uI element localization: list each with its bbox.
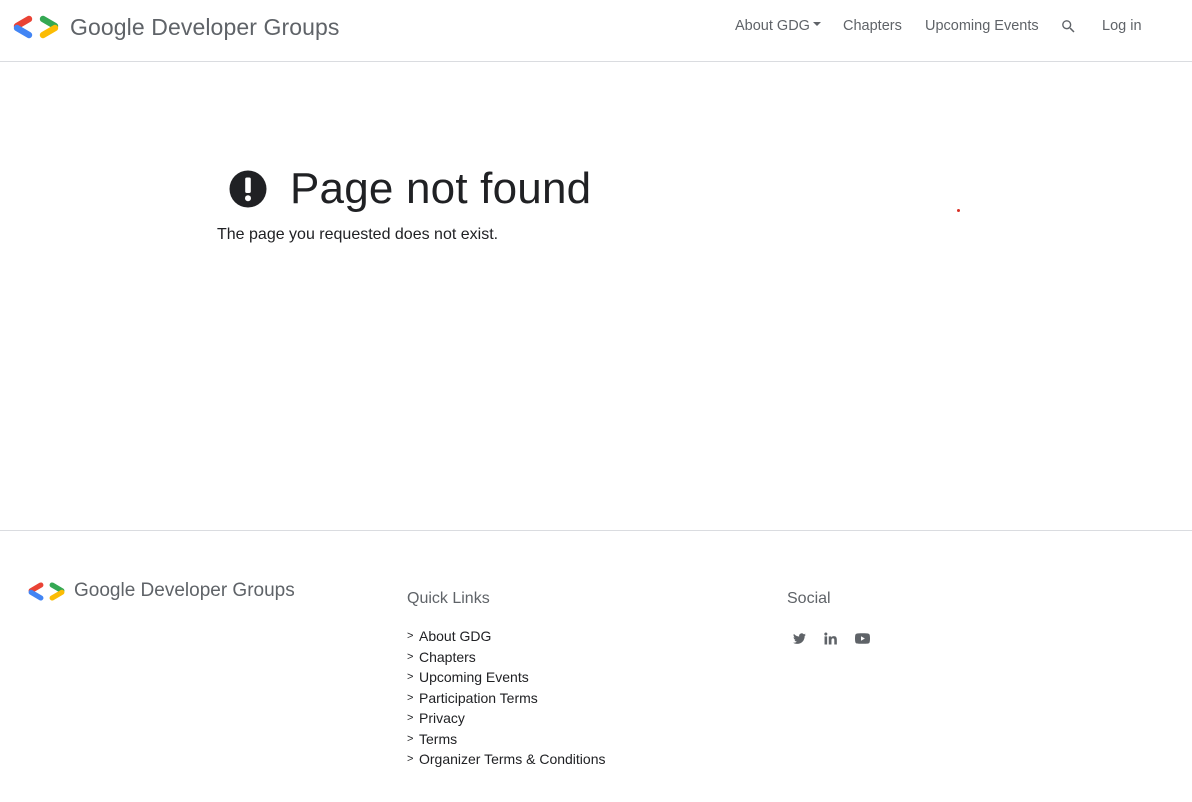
quick-link-item: > Privacy	[407, 708, 605, 729]
page-title: Page not found	[290, 164, 592, 214]
quick-link-item: > Chapters	[407, 647, 605, 668]
quick-link-terms[interactable]: Terms	[419, 731, 457, 747]
brand-home-link[interactable]: Google Developer Groups	[12, 12, 340, 42]
quick-link-item: > Organizer Terms & Conditions	[407, 749, 605, 770]
chevron-right-icon: >	[407, 712, 414, 725]
quick-link-upcoming-events[interactable]: Upcoming Events	[419, 669, 529, 685]
quick-link-item: > Terms	[407, 729, 605, 750]
nav-about-dropdown[interactable]: About GDG	[735, 18, 821, 34]
gdg-logo-icon	[13, 15, 59, 39]
quick-link-participation-terms[interactable]: Participation Terms	[419, 690, 538, 706]
caret-down-icon	[812, 22, 821, 26]
quick-link-chapters[interactable]: Chapters	[419, 649, 476, 665]
quick-link-item: > Upcoming Events	[407, 667, 605, 688]
chevron-right-icon: >	[407, 732, 414, 745]
footer-brand-name: Google Developer Groups	[74, 580, 295, 601]
linkedin-icon[interactable]	[824, 632, 837, 645]
chevron-right-icon: >	[407, 753, 414, 766]
exclamation-circle-icon	[229, 170, 267, 208]
social-heading: Social	[787, 590, 831, 607]
search-icon[interactable]	[1060, 18, 1077, 35]
chevron-right-icon: >	[407, 691, 414, 704]
quick-link-about-gdg[interactable]: About GDG	[419, 628, 491, 644]
login-link[interactable]: Log in	[1102, 18, 1142, 34]
footer-brand-link[interactable]: Google Developer Groups	[27, 580, 295, 602]
site-footer: Google Developer Groups Quick Links > Ab…	[0, 530, 1192, 802]
gdg-logo-icon	[28, 581, 65, 601]
quick-links-list: > About GDG > Chapters > Upcoming Events…	[407, 626, 605, 770]
social-icons	[793, 631, 888, 646]
youtube-icon[interactable]	[855, 631, 870, 646]
quick-link-privacy[interactable]: Privacy	[419, 710, 465, 726]
nav-about-label: About GDG	[735, 18, 810, 34]
brand-name: Google Developer Groups	[70, 13, 340, 40]
red-dot-marker	[957, 209, 960, 212]
nav-upcoming-events-link[interactable]: Upcoming Events	[925, 18, 1039, 34]
quick-link-organizer-terms[interactable]: Organizer Terms & Conditions	[419, 751, 605, 767]
quick-link-item: > Participation Terms	[407, 688, 605, 709]
error-message: The page you requested does not exist.	[217, 226, 499, 243]
chevron-right-icon: >	[407, 630, 414, 643]
chevron-right-icon: >	[407, 650, 414, 663]
quick-links-heading: Quick Links	[407, 590, 490, 607]
quick-link-item: > About GDG	[407, 626, 605, 647]
chevron-right-icon: >	[407, 671, 414, 684]
twitter-icon[interactable]	[793, 632, 806, 645]
nav-chapters-link[interactable]: Chapters	[843, 18, 902, 34]
site-header: Google Developer Groups About GDG Chapte…	[0, 0, 1192, 62]
